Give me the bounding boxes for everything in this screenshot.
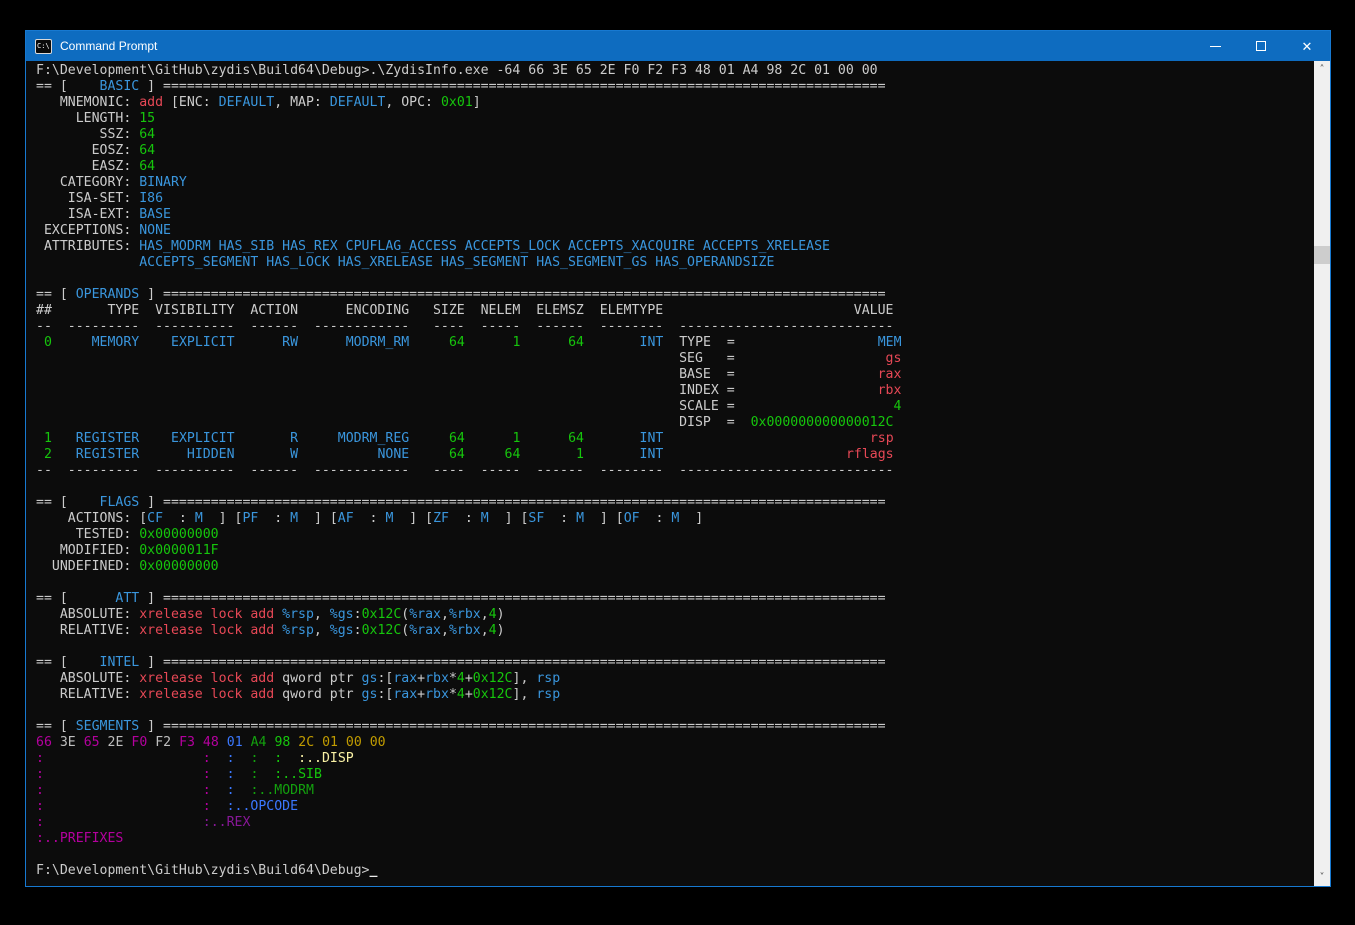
console-line: ABSOLUTE: xrelease lock add %rsp, %gs:0x… [36, 607, 1312, 623]
window-controls: ✕ [1192, 31, 1330, 61]
console-line [36, 271, 1312, 287]
scrollbar[interactable]: ˄ ˅ [1314, 61, 1330, 886]
console-line: : :..REX [36, 815, 1312, 831]
scrollbar-up-arrow[interactable]: ˄ [1314, 61, 1330, 78]
console-line: EOSZ: 64 [36, 143, 1312, 159]
console-line: CATEGORY: BINARY [36, 175, 1312, 191]
console-line [36, 575, 1312, 591]
console-line [36, 847, 1312, 863]
maximize-button[interactable] [1238, 31, 1284, 61]
window-title: Command Prompt [60, 39, 157, 53]
console-line: UNDEFINED: 0x00000000 [36, 559, 1312, 575]
console-line: ATTRIBUTES: HAS_MODRM HAS_SIB HAS_REX CP… [36, 239, 1312, 255]
console-line: SSZ: 64 [36, 127, 1312, 143]
console-line: -- --------- ---------- ------ ---------… [36, 319, 1312, 335]
console-line: ABSOLUTE: xrelease lock add qword ptr gs… [36, 671, 1312, 687]
console-line: 2 REGISTER HIDDEN W NONE 64 64 1 INT rfl… [36, 447, 1312, 463]
titlebar-left: C:\ Command Prompt [35, 39, 157, 54]
console-line: INDEX = rbx [36, 383, 1312, 399]
console-line: ACCEPTS_SEGMENT HAS_LOCK HAS_XRELEASE HA… [36, 255, 1312, 271]
maximize-icon [1256, 41, 1266, 51]
console-line: ACTIONS: [CF : M ] [PF : M ] [AF : M ] [… [36, 511, 1312, 527]
console-line: RELATIVE: xrelease lock add %rsp, %gs:0x… [36, 623, 1312, 639]
console-line: == [ INTEL ] ===========================… [36, 655, 1312, 671]
console-line: SEG = gs [36, 351, 1312, 367]
console-line: SCALE = 4 [36, 399, 1312, 415]
console-line: :..PREFIXES [36, 831, 1312, 847]
console-line: MODIFIED: 0x0000011F [36, 543, 1312, 559]
console-line: == [ ATT ] =============================… [36, 591, 1312, 607]
close-icon: ✕ [1302, 40, 1313, 53]
console-line: ISA-EXT: BASE [36, 207, 1312, 223]
minimize-button[interactable] [1192, 31, 1238, 61]
console-line: == [ BASIC ] ===========================… [36, 79, 1312, 95]
console-line: F:\Development\GitHub\zydis\Build64\Debu… [36, 63, 1312, 79]
console-line: 66 3E 65 2E F0 F2 F3 48 01 A4 98 2C 01 0… [36, 735, 1312, 751]
console-line: ## TYPE VISIBILITY ACTION ENCODING SIZE … [36, 303, 1312, 319]
titlebar[interactable]: C:\ Command Prompt ✕ [26, 31, 1330, 61]
console-line: MNEMONIC: add [ENC: DEFAULT, MAP: DEFAUL… [36, 95, 1312, 111]
console-line: 0 MEMORY EXPLICIT RW MODRM_RM 64 1 64 IN… [36, 335, 1312, 351]
console-line: == [ SEGMENTS ] ========================… [36, 719, 1312, 735]
close-button[interactable]: ✕ [1284, 31, 1330, 61]
console-line: LENGTH: 15 [36, 111, 1312, 127]
console-line: ISA-SET: I86 [36, 191, 1312, 207]
console-line: BASE = rax [36, 367, 1312, 383]
console-line [36, 479, 1312, 495]
console-line: == [ OPERANDS ] ========================… [36, 287, 1312, 303]
console-line: F:\Development\GitHub\zydis\Build64\Debu… [36, 863, 1312, 879]
console-line: TESTED: 0x00000000 [36, 527, 1312, 543]
console-line: EASZ: 64 [36, 159, 1312, 175]
terminal-text: F:\Development\GitHub\zydis\Build64\Debu… [36, 63, 1312, 886]
scrollbar-thumb[interactable] [1314, 246, 1330, 264]
console-line: -- --------- ---------- ------ ---------… [36, 463, 1312, 479]
console-line: : : : : :..SIB [36, 767, 1312, 783]
console-line [36, 703, 1312, 719]
console-area[interactable]: F:\Development\GitHub\zydis\Build64\Debu… [26, 61, 1330, 886]
console-line: : : : :..MODRM [36, 783, 1312, 799]
cmd-icon: C:\ [35, 39, 52, 54]
console-line: EXCEPTIONS: NONE [36, 223, 1312, 239]
console-line: : : : : : :..DISP [36, 751, 1312, 767]
console-line: : : :..OPCODE [36, 799, 1312, 815]
scrollbar-down-arrow[interactable]: ˅ [1314, 869, 1330, 886]
console-line: 1 REGISTER EXPLICIT R MODRM_REG 64 1 64 … [36, 431, 1312, 447]
console-line: == [ FLAGS ] ===========================… [36, 495, 1312, 511]
terminal-window: C:\ Command Prompt ✕ F:\Development\GitH… [25, 30, 1331, 887]
console-line [36, 639, 1312, 655]
console-line: DISP = 0x000000000000012C [36, 415, 1312, 431]
minimize-icon [1210, 46, 1221, 47]
console-line: RELATIVE: xrelease lock add qword ptr gs… [36, 687, 1312, 703]
